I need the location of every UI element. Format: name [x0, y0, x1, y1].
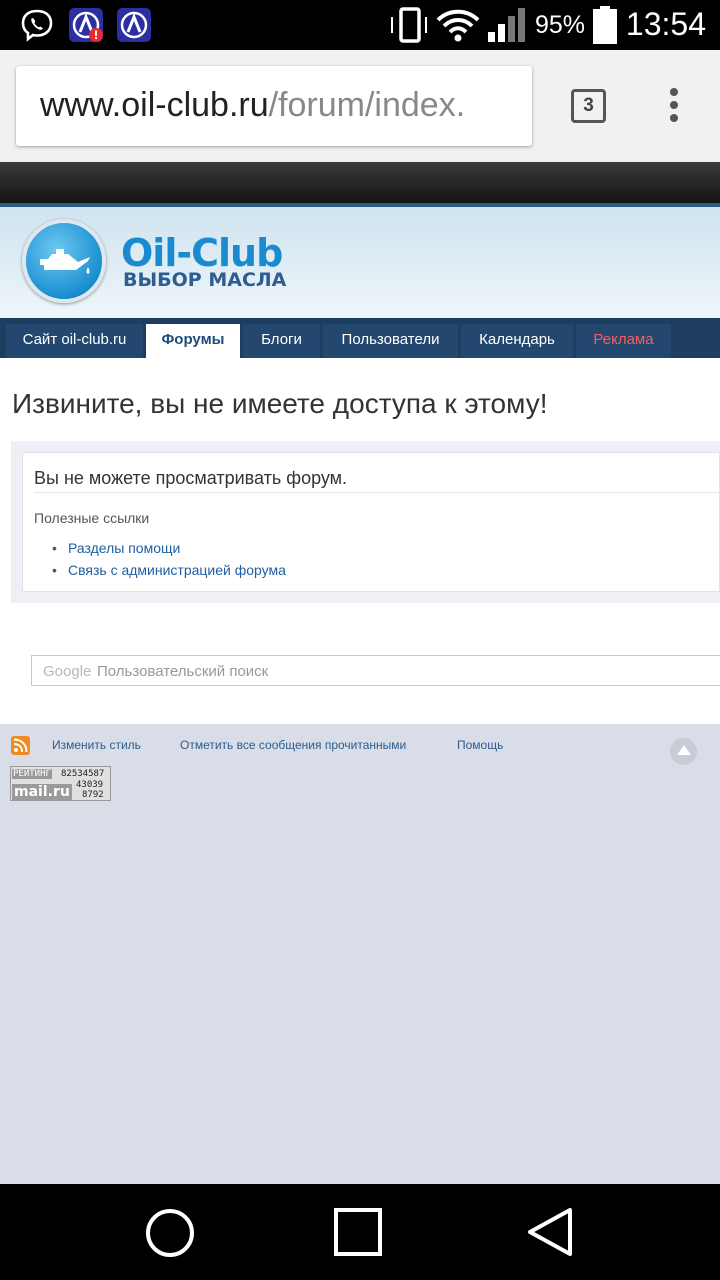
recents-icon[interactable] — [332, 1206, 386, 1260]
nav-tab-blogs[interactable]: Блоги — [243, 324, 320, 358]
oil-can-logo-icon[interactable] — [22, 219, 106, 303]
site-header: Oil-Club ВЫБОР МАСЛА — [0, 203, 720, 318]
nav-tab-forums[interactable]: Форумы — [146, 324, 240, 358]
counter-logo: mail.ru — [12, 784, 72, 800]
useful-links-label: Полезные ссылки — [34, 510, 150, 526]
mark-all-read-link[interactable]: Отметить все сообщения прочитанными — [180, 738, 406, 752]
rotation-icon — [391, 7, 427, 43]
nav-tab-ads[interactable]: Реклама — [576, 324, 671, 358]
site-logo-subtitle: ВЫБОР МАСЛА — [123, 269, 287, 291]
clock: 13:54 — [625, 6, 706, 42]
main-content: Извините, вы не имеете доступа к этому! … — [0, 358, 720, 724]
url-text[interactable]: www.oil-club.ru/forum/index. — [40, 86, 465, 125]
error-box: Вы не можете просматривать форум. Полезн… — [22, 452, 720, 592]
change-style-link[interactable]: Изменить стиль — [52, 738, 141, 752]
google-brand: Google — [43, 663, 92, 680]
url-host: www.oil-club.ru — [40, 86, 269, 124]
error-panel: Вы не можете просматривать форум. Полезн… — [11, 441, 720, 603]
counter-label: РЕЙТИНГ — [12, 769, 52, 779]
error-message: Вы не можете просматривать форум. — [34, 468, 348, 488]
search-placeholder: Пользовательский поиск — [97, 663, 269, 680]
address-bar[interactable]: www.oil-club.ru/forum/index. — [16, 66, 532, 146]
signal-icon — [488, 8, 525, 42]
help-link[interactable]: Помощь — [457, 738, 503, 752]
counter-value: 43039 — [76, 780, 104, 790]
system-nav-bar — [0, 1184, 720, 1280]
url-path: /forum/index. — [268, 86, 466, 124]
nav-tab-users[interactable]: Пользователи — [323, 324, 458, 358]
nav-tab-site[interactable]: Сайт oil-club.ru — [6, 324, 143, 358]
link-help-sections[interactable]: Разделы помощи — [52, 539, 286, 561]
app-icon — [117, 8, 151, 42]
browser-toolbar: www.oil-club.ru/forum/index. 3 — [0, 50, 720, 162]
rating-counter-badge[interactable]: РЕЙТИНГ 82534587 mail.ru 43039 8792 — [10, 766, 111, 801]
useful-links-list: Разделы помощи Связь с администрацией фо… — [52, 539, 286, 583]
status-bar: 95% 13:54 — [0, 0, 720, 50]
battery-percent: 95% — [535, 11, 586, 39]
site-nav: Сайт oil-club.ru Форумы Блоги Пользовате… — [0, 318, 720, 358]
back-icon[interactable] — [524, 1206, 578, 1260]
app-alert-icon — [69, 8, 103, 42]
counter-value: 8792 — [82, 790, 104, 800]
nav-tab-calendar[interactable]: Календарь — [461, 324, 573, 358]
search-input[interactable]: Google Пользовательский поиск — [31, 655, 720, 686]
wifi-icon — [436, 9, 480, 42]
scroll-top-icon[interactable] — [670, 738, 697, 765]
counter-value: 82534587 — [61, 769, 105, 779]
link-contact-admin[interactable]: Связь с администрацией форума — [52, 561, 286, 583]
home-icon[interactable] — [143, 1206, 197, 1260]
viber-icon — [21, 9, 53, 42]
site-footer: Изменить стиль Отметить все сообщения пр… — [0, 724, 720, 1184]
overflow-menu-icon[interactable] — [664, 88, 684, 126]
divider — [34, 492, 720, 493]
battery-icon — [593, 6, 617, 44]
error-title: Извините, вы не имеете доступа к этому! — [12, 388, 548, 419]
rss-icon[interactable] — [11, 736, 30, 755]
tab-switcher-button[interactable]: 3 — [571, 89, 606, 123]
site-top-strip — [0, 162, 720, 206]
